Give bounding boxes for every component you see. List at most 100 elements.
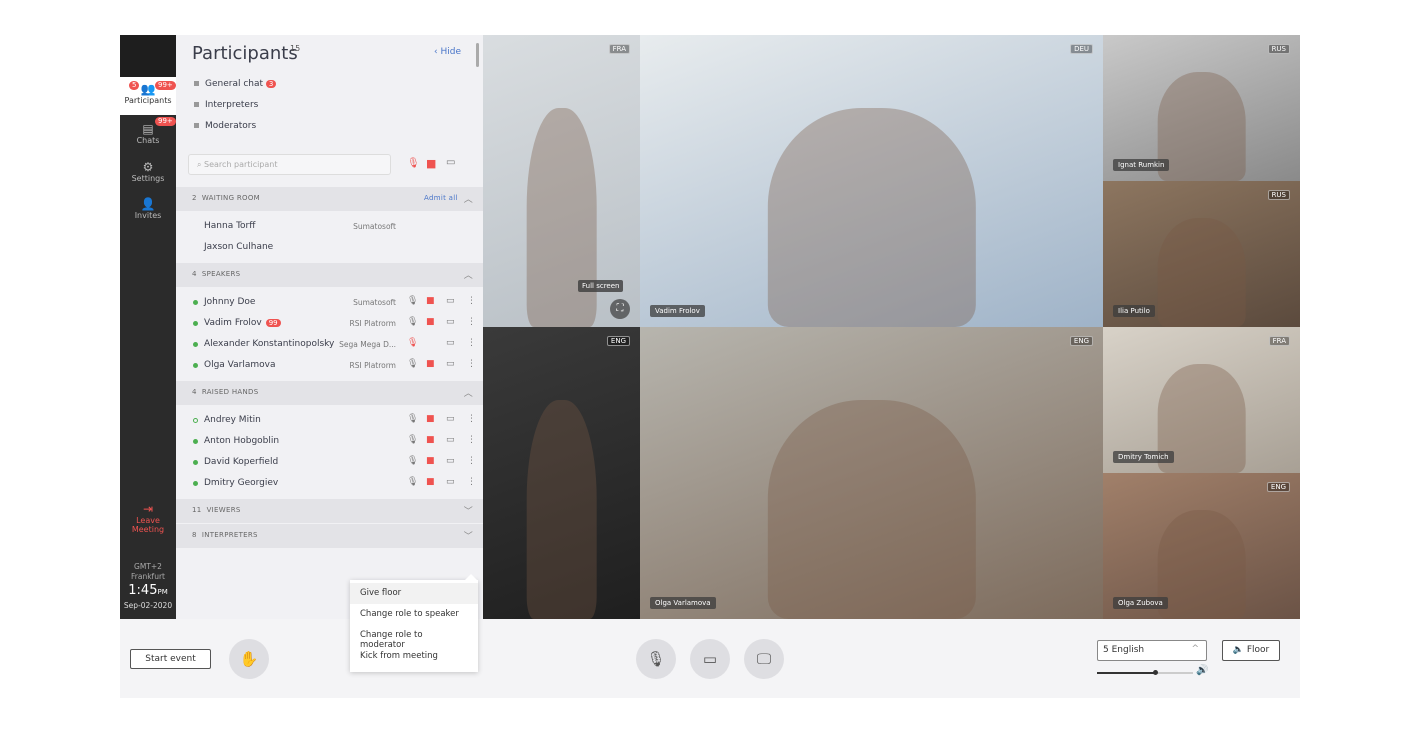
mic-filter-icon[interactable]: 🎙 (407, 158, 420, 169)
participant-row[interactable]: Alexander Konstantinopolsky Sega Mega D..… (176, 334, 483, 355)
camera-icon[interactable]: ■ (426, 477, 435, 487)
chevron-down-icon[interactable]: ﹀ (464, 529, 473, 542)
participant-row[interactable]: Hanna Torff Sumatosoft (176, 216, 483, 237)
search-input[interactable]: ⌕ Search participant (188, 154, 391, 175)
section-speakers[interactable]: 4 SPEAKERS ︿ (176, 263, 483, 287)
start-event-button[interactable]: Start event (130, 649, 211, 669)
more-options-icon[interactable]: ⋮ (467, 456, 476, 466)
fullscreen-icon[interactable]: ⛶ (610, 299, 630, 319)
chevron-up-icon[interactable]: ︿ (464, 192, 473, 205)
section-waiting-room[interactable]: 2 WAITING ROOM Admit all ︿ (176, 187, 483, 211)
floor-button[interactable]: 🔈 Floor (1222, 640, 1280, 661)
raise-hand-button[interactable]: ✋ (229, 639, 269, 679)
participant-row[interactable]: Dmitry Georgiev 🎙 ■ ▭ ⋮ (176, 473, 483, 494)
chevron-down-icon[interactable]: ﹀ (464, 504, 473, 517)
volume-slider[interactable] (1097, 670, 1193, 675)
video-tile[interactable]: FRA Full screen ⛶ (483, 35, 640, 327)
microphone-icon[interactable]: 🎙 (407, 477, 418, 487)
screen-icon[interactable]: ▭ (446, 338, 455, 348)
video-tile[interactable]: ENG (483, 327, 640, 619)
camera-button[interactable]: ▭ (690, 639, 730, 679)
video-tile[interactable]: ENG Olga Varlamova (640, 327, 1103, 619)
video-tile[interactable]: DEU Vadim Frolov (640, 35, 1103, 327)
screen-icon[interactable]: ▭ (446, 296, 455, 306)
camera-icon[interactable]: ■ (426, 414, 435, 424)
channel-interpreters[interactable]: Interpreters (194, 100, 258, 110)
camera-icon[interactable]: ■ (426, 435, 435, 445)
camera-icon[interactable]: ■ (426, 296, 435, 306)
participant-row[interactable]: Andrey Mitin 🎙 ■ ▭ ⋮ (176, 410, 483, 431)
section-count: 8 (192, 531, 197, 539)
screen-icon[interactable]: ▭ (446, 359, 455, 369)
camera-icon[interactable]: ■ (426, 456, 435, 466)
scrollbar[interactable] (476, 43, 479, 67)
video-tile[interactable]: ENG Olga Zubova (1103, 473, 1300, 619)
video-tile[interactable]: FRA Dmitry Tomich (1103, 327, 1300, 473)
hide-button[interactable]: ‹ Hide (434, 47, 461, 57)
video-tile[interactable]: RUS Ignat Rumkin (1103, 35, 1300, 181)
section-count: 4 (192, 388, 197, 396)
camera-icon[interactable]: ■ (426, 317, 435, 327)
participant-count: 15 (290, 44, 301, 53)
participant-video (767, 108, 976, 327)
chevron-up-icon[interactable]: ︿ (464, 268, 473, 281)
language-badge: RUS (1267, 190, 1290, 200)
channel-general-chat[interactable]: General chat 3 (194, 79, 277, 89)
participant-row[interactable]: David Koperfield 🎙 ■ ▭ ⋮ (176, 452, 483, 473)
screen-share-button[interactable]: 🖵 (744, 639, 784, 679)
microphone-icon[interactable]: 🎙 (407, 296, 418, 306)
section-count: 2 (192, 194, 197, 202)
sidebar-item-chats[interactable]: 99+ ▤ Chats (120, 117, 176, 155)
participant-row[interactable]: Anton Hobgoblin 🎙 ■ ▭ ⋮ (176, 431, 483, 452)
participant-row[interactable]: Jaxson Culhane (176, 237, 483, 258)
microphone-icon[interactable]: 🎙 (407, 317, 418, 327)
screen-icon[interactable]: ▭ (446, 435, 455, 445)
participant-org: Sega Mega D... (339, 340, 396, 349)
microphone-button[interactable]: 🎙 (636, 639, 676, 679)
screen-icon[interactable]: ▭ (446, 477, 455, 487)
microphone-icon[interactable]: 🎙 (407, 359, 418, 369)
menu-item[interactable]: Give floor (350, 583, 478, 604)
channel-moderators[interactable]: Moderators (194, 121, 256, 131)
leave-meeting-button[interactable]: ⇥ Leave Meeting (120, 497, 176, 537)
microphone-icon[interactable]: 🎙 (407, 435, 418, 445)
more-options-icon[interactable]: ⋮ (467, 414, 476, 424)
camera-icon[interactable]: ■ (426, 359, 435, 369)
participant-row[interactable]: Olga Varlamova RSI Platrorm 🎙 ■ ▭ ⋮ (176, 355, 483, 376)
sidebar-item-invites[interactable]: 👤 Invites (120, 192, 176, 230)
more-options-icon[interactable]: ⋮ (467, 338, 476, 348)
camera-filter-icon[interactable]: ■ (426, 157, 436, 170)
sidebar-item-participants[interactable]: 5 99+ 👥 Participants (120, 77, 176, 115)
screen-icon[interactable]: ▭ (446, 456, 455, 466)
more-options-icon[interactable]: ⋮ (467, 477, 476, 487)
screen-icon[interactable]: ▭ (446, 414, 455, 424)
microphone-icon[interactable]: 🎙 (407, 456, 418, 466)
more-options-icon[interactable]: ⋮ (467, 317, 476, 327)
menu-item[interactable]: Change role to speaker (350, 604, 478, 625)
participant-video (767, 400, 976, 619)
chevron-up-icon[interactable]: ︿ (464, 386, 473, 399)
admit-all-button[interactable]: Admit all (424, 194, 458, 202)
section-viewers[interactable]: 11 VIEWERS ﹀ (176, 499, 483, 523)
language-select[interactable]: 5 English ^ (1097, 640, 1207, 661)
section-raised-hands[interactable]: 4 RAISED HANDS ︿ (176, 381, 483, 405)
section-interpreters[interactable]: 8 INTERPRETERS ﹀ (176, 524, 483, 548)
menu-item[interactable]: Change role to moderator (350, 625, 478, 650)
logo-area (120, 35, 176, 77)
more-options-icon[interactable]: ⋮ (467, 296, 476, 306)
sidebar-item-settings[interactable]: ⚙ Settings (120, 155, 176, 193)
video-tile[interactable]: RUS Ilia Putilo (1103, 181, 1300, 327)
volume-handle[interactable] (1152, 670, 1158, 675)
language-badge: ENG (1069, 336, 1093, 346)
more-options-icon[interactable]: ⋮ (467, 435, 476, 445)
microphone-icon[interactable]: 🎙 (407, 414, 418, 424)
participant-row[interactable]: Johnny Doe Sumatosoft 🎙 ■ ▭ ⋮ (176, 292, 483, 313)
badge: 99 (265, 319, 281, 327)
city: Frankfurt (131, 572, 165, 581)
participant-row[interactable]: Vadim Frolov 99 RSI Platrorm 🎙 ■ ▭ ⋮ (176, 313, 483, 334)
screen-filter-icon[interactable]: ▭ (446, 157, 455, 168)
microphone-icon[interactable]: 🎙 (407, 338, 418, 348)
participant-name-label: Ilia Putilo (1113, 305, 1155, 317)
screen-icon[interactable]: ▭ (446, 317, 455, 327)
more-options-icon[interactable]: ⋮ (467, 359, 476, 369)
